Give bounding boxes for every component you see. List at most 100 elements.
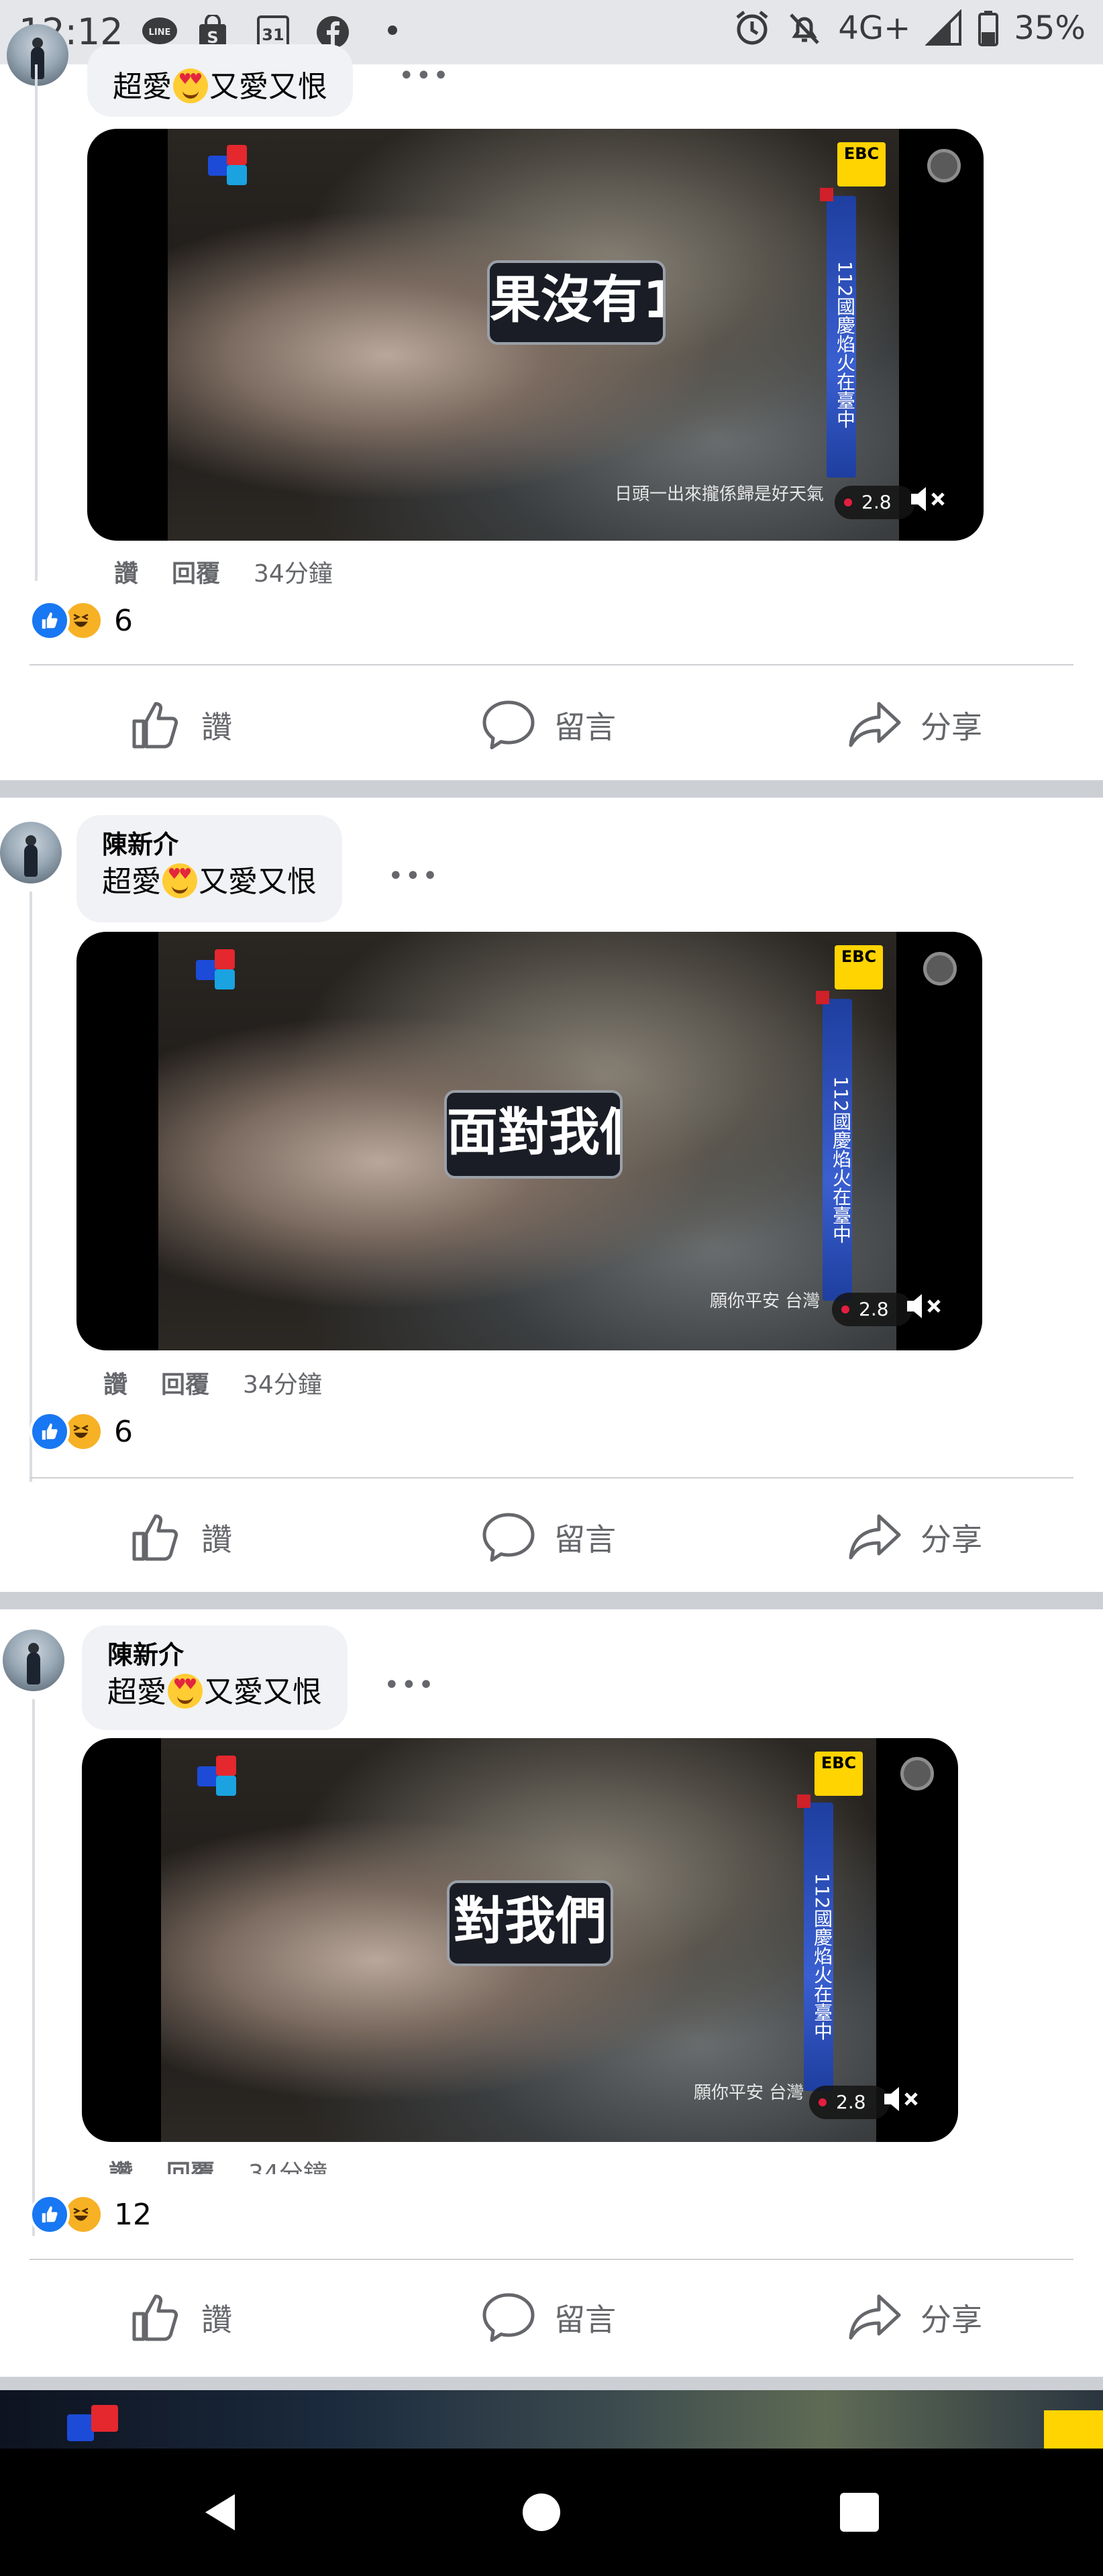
speech-bubble-icon (482, 700, 535, 749)
more-options-button[interactable]: ••• (399, 60, 450, 91)
video-caption: 願你平安 台灣 (710, 1291, 821, 1311)
video-control-icon[interactable] (900, 1757, 934, 1790)
comment-meta: 讚 回覆 34分鐘 (109, 2154, 361, 2174)
system-navigation-bar (0, 2449, 1103, 2576)
avatar[interactable] (3, 1629, 64, 1691)
like-link[interactable]: 讚 (109, 2160, 133, 2174)
like-button[interactable]: 讚 (127, 2277, 232, 2358)
ebc-logo: EBC (837, 142, 886, 186)
more-options-button[interactable]: ••• (388, 861, 439, 892)
post-separator (0, 2377, 1103, 2392)
ebc-logo: EBC (815, 1752, 863, 1796)
viewer-count: 2.8 (832, 1293, 912, 1326)
video-sign-text: 對我們 (447, 1880, 613, 1966)
heart-eyes-emoji-icon (168, 1674, 203, 1709)
comment-text: 超愛又愛又恨 (102, 862, 317, 902)
broadcast-banner: 112國慶焰火在臺中 (820, 188, 856, 478)
like-button[interactable]: 讚 (127, 1497, 232, 1578)
reaction-count: 6 (114, 1414, 133, 1449)
reply-link[interactable]: 回覆 (161, 1371, 209, 1399)
viewer-count: 2.8 (809, 2086, 890, 2119)
comment-bubble[interactable]: 陳新介 超愛又愛又恨 (82, 1625, 348, 1730)
like-reaction-icon (30, 600, 70, 641)
comment-video[interactable]: EBC 112國慶焰火在臺中 面對我們 願你平安 台灣 2.8 (76, 932, 982, 1350)
mute-toggle-icon[interactable] (880, 2079, 921, 2119)
video-sign-text: 果沒有1 (487, 260, 666, 345)
post-2: 陳新介 超愛又愛又恨 ••• EBC 112國慶焰火在臺中 面對我們 願你平安 … (0, 798, 1103, 1592)
like-link[interactable]: 讚 (114, 560, 138, 588)
post-actions: 讚 留言 分享 (0, 1497, 1103, 1578)
like-button[interactable]: 讚 (127, 685, 232, 765)
reply-link[interactable]: 回覆 (166, 2160, 215, 2174)
mute-toggle-icon[interactable] (907, 479, 947, 519)
post-separator (0, 780, 1103, 798)
thread-line (30, 892, 32, 1482)
comment-meta: 讚 回覆 34分鐘 (114, 554, 366, 589)
mute-toggle-icon[interactable] (903, 1286, 943, 1326)
comment-time: 34分鐘 (248, 2160, 327, 2174)
channel-logo-icon (196, 949, 256, 989)
video-sign-text: 面對我們 (444, 1090, 623, 1179)
status-bar-right: 4G+ 35% (733, 9, 1086, 47)
avatar[interactable] (0, 822, 62, 883)
avatar[interactable] (7, 24, 68, 86)
next-post-media-preview[interactable] (0, 2390, 1103, 2451)
reaction-summary[interactable]: 6 (30, 1410, 133, 1453)
comment-text: 超愛又愛又恨 (113, 67, 327, 107)
video-caption: 日頭一出來攏係歸是好天氣 (615, 484, 825, 504)
share-arrow-icon (849, 1514, 901, 1560)
thread-line (32, 1699, 35, 2236)
share-arrow-icon (849, 702, 901, 747)
heart-eyes-emoji-icon (173, 68, 208, 103)
svg-text:LINE: LINE (149, 28, 171, 38)
viewer-count: 2.8 (835, 486, 915, 519)
comment-text: 超愛又愛又恨 (107, 1672, 322, 1713)
comment-author[interactable]: 陳新介 (102, 827, 317, 862)
heart-eyes-emoji-icon (162, 863, 197, 898)
like-reaction-icon (30, 1411, 70, 1452)
home-icon[interactable] (518, 2489, 565, 2536)
divider (30, 1477, 1073, 1479)
mute-notifications-icon (790, 13, 820, 44)
reply-link[interactable]: 回覆 (172, 560, 220, 588)
comment-button[interactable]: 留言 (480, 685, 616, 765)
comment-bubble[interactable]: 超愛又愛又恨 (87, 44, 353, 117)
comment-button[interactable]: 留言 (480, 2277, 616, 2358)
post-1: 超愛又愛又恨 ••• EBC 112國慶焰火在臺中 果沒有1 日頭一出來攏係歸是… (0, 24, 1103, 782)
reaction-summary[interactable]: 6 (30, 599, 133, 642)
video-control-icon[interactable] (923, 952, 957, 985)
comment-bubble[interactable]: 陳新介 超愛又愛又恨 (76, 815, 342, 922)
thumbs-up-icon (132, 702, 178, 749)
recent-apps-icon[interactable] (836, 2489, 883, 2536)
divider (30, 2259, 1073, 2260)
svg-text:31: 31 (262, 25, 284, 44)
post-3: 陳新介 超愛又愛又恨 ••• EBC 112國慶焰火在臺中 對我們 願你平安 台… (0, 1609, 1103, 2377)
comment-author[interactable]: 陳新介 (107, 1638, 322, 1672)
ebc-logo: EBC (835, 945, 883, 989)
post-actions: 讚 留言 分享 (0, 685, 1103, 765)
share-button[interactable]: 分享 (847, 685, 982, 765)
back-icon[interactable] (197, 2489, 244, 2536)
post-actions: 讚 留言 分享 (0, 2277, 1103, 2358)
thread-line (35, 64, 38, 581)
comment-meta: 讚 回覆 34分鐘 (103, 1365, 356, 1400)
channel-logo-icon (208, 145, 268, 185)
share-button[interactable]: 分享 (847, 2277, 982, 2358)
divider (30, 664, 1073, 665)
reaction-summary[interactable]: 12 (30, 2193, 152, 2236)
signal-icon (925, 9, 962, 46)
comment-video[interactable]: EBC 112國慶焰火在臺中 果沒有1 日頭一出來攏係歸是好天氣 2.8 (87, 129, 984, 541)
comment-video[interactable]: EBC 112國慶焰火在臺中 對我們 願你平安 台灣 2.8 (82, 1738, 958, 2142)
thumbs-up-icon (132, 1514, 178, 1561)
like-reaction-icon (30, 2194, 70, 2235)
comment-button[interactable]: 留言 (480, 1497, 616, 1578)
comment-time: 34分鐘 (254, 560, 333, 588)
share-button[interactable]: 分享 (847, 1497, 982, 1578)
like-link[interactable]: 讚 (103, 1371, 127, 1399)
reaction-count: 6 (114, 603, 133, 638)
more-options-button[interactable]: ••• (384, 1670, 435, 1701)
network-type: 4G+ (838, 9, 911, 47)
video-control-icon[interactable] (927, 149, 961, 182)
reaction-count: 12 (114, 2197, 152, 2232)
speech-bubble-icon (482, 2293, 535, 2342)
